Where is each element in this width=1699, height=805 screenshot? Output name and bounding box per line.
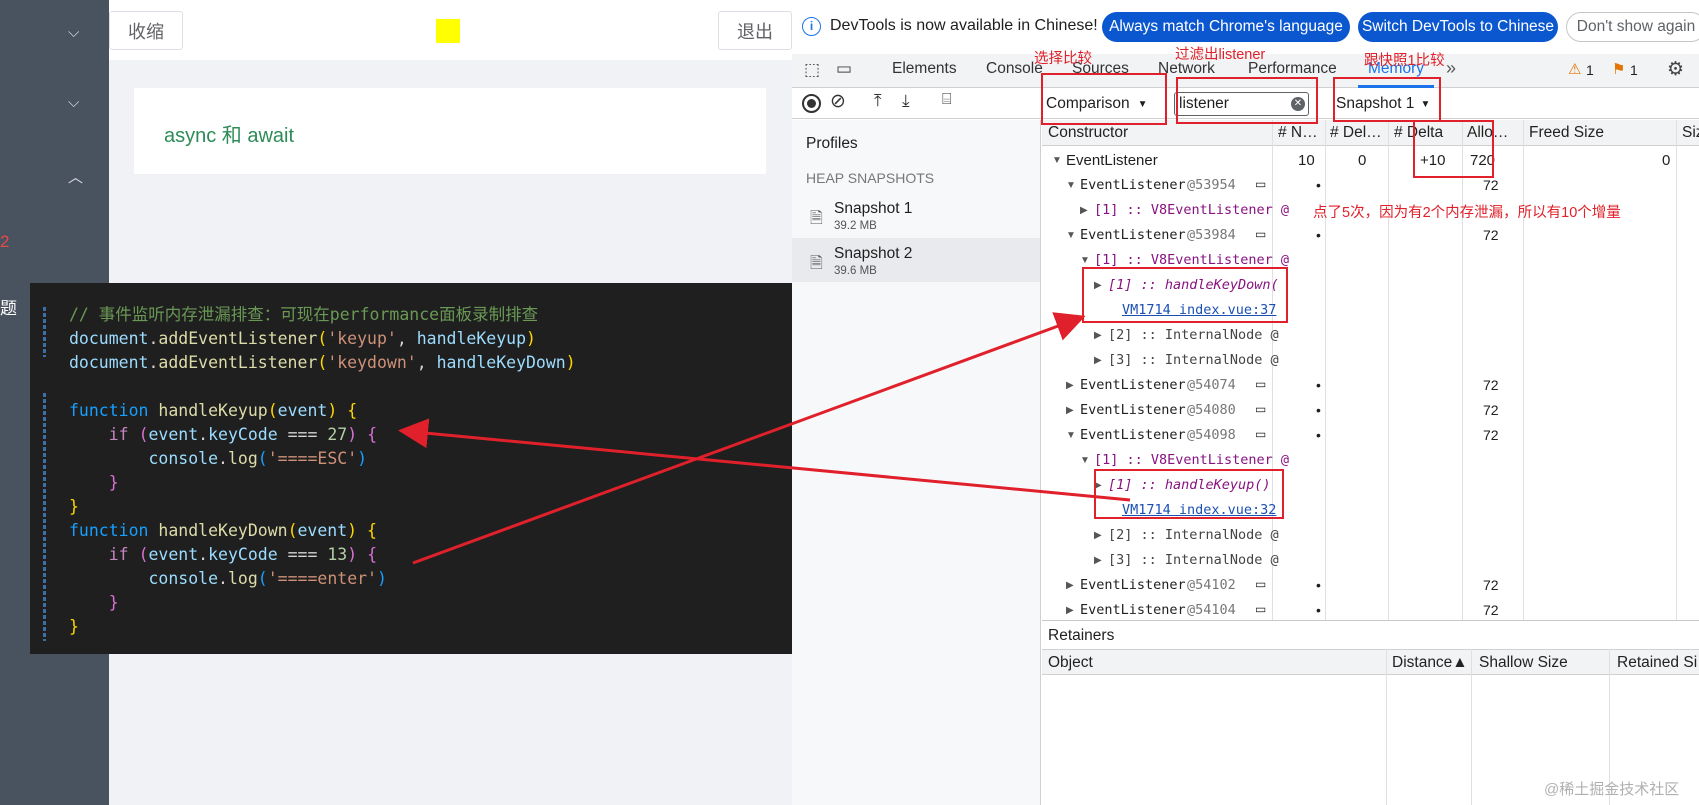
arrow-keyup xyxy=(398,418,1131,502)
watermark: @稀土掘金技术社区 xyxy=(1544,781,1680,798)
annotation-arrows xyxy=(398,312,1131,565)
